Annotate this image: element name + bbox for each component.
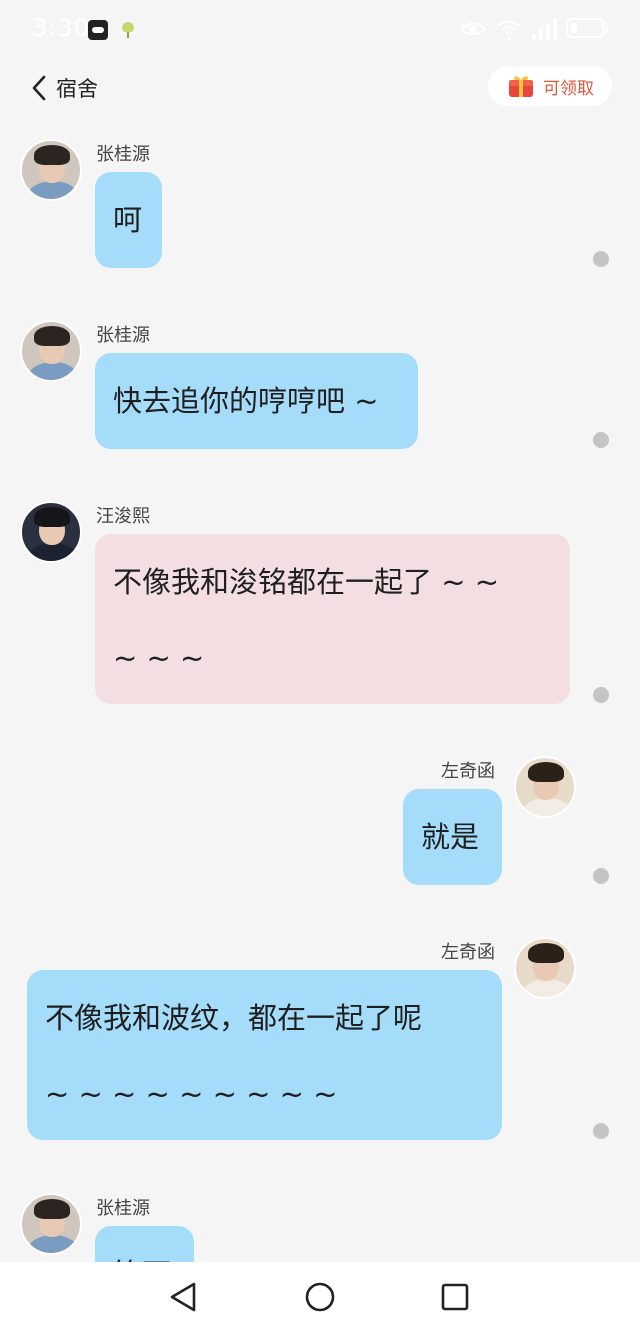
status-bar: 3:30 <box>0 0 640 60</box>
claim-reward-button[interactable]: 可领取 <box>488 66 612 106</box>
back-button[interactable]: 宿舍 <box>30 70 98 106</box>
square-recents-icon[interactable] <box>438 1280 472 1314</box>
message-bubble[interactable]: 快去追你的哼哼吧 ~ <box>95 353 418 449</box>
eye-icon <box>460 22 486 36</box>
notification-app-icon-2 <box>118 20 138 40</box>
message-bubble[interactable]: 不像我和波纹，都在一起了呢 ~ ~ ~ ~ ~ ~ ~ ~ ~ <box>27 970 502 1140</box>
avatar-zhang-guiyuan[interactable] <box>20 320 82 382</box>
wifi-icon <box>497 20 521 40</box>
notification-app-icon <box>88 20 108 40</box>
sender-name: 张桂源 <box>96 1198 150 1219</box>
circle-home-icon[interactable] <box>303 1280 337 1314</box>
chat-screen: 3:30 宿舍 可领取 张桂源 呵 张桂源 快去追你的哼哼吧 ~ 汪浚熙 不像我… <box>0 0 640 1330</box>
avatar-zhang-guiyuan[interactable] <box>20 1193 82 1255</box>
message-text: 就是 <box>421 820 480 854</box>
triangle-back-icon[interactable] <box>166 1280 200 1314</box>
read-status-dot <box>593 1123 609 1139</box>
avatar-zuo-qihan[interactable] <box>514 756 576 818</box>
sender-name: 张桂源 <box>96 325 150 346</box>
avatar-zhang-guiyuan[interactable] <box>20 139 82 201</box>
message-text: 不像我和波纹，都在一起了呢 <box>45 1001 423 1035</box>
gift-box-icon <box>509 76 533 97</box>
message-bubble[interactable]: 呵 <box>95 172 162 268</box>
system-nav-bar <box>0 1262 640 1330</box>
chevron-left-icon <box>32 75 46 101</box>
sender-name: 汪浚熙 <box>96 506 150 527</box>
avatar-wang-junxi[interactable] <box>20 501 82 563</box>
message-text: ~ ~ ~ ~ ~ ~ ~ ~ ~ <box>45 1077 338 1111</box>
message-bubble[interactable]: 不像我和浚铭都在一起了 ~ ~ ~ ~ ~ <box>95 534 570 704</box>
read-status-dot <box>593 687 609 703</box>
sender-name: 左奇函 <box>441 761 495 782</box>
message-text: 快去追你的哼哼吧 ~ <box>113 384 379 418</box>
chat-header: 宿舍 可领取 <box>0 60 640 116</box>
read-status-dot <box>593 251 609 267</box>
chat-title: 宿舍 <box>56 77 98 101</box>
avatar-zuo-qihan[interactable] <box>514 937 576 999</box>
message-text: 不像我和浚铭都在一起了 ~ ~ <box>113 565 500 599</box>
battery-icon <box>566 18 608 38</box>
signal-icon <box>532 18 557 40</box>
status-time: 3:30 <box>32 14 90 42</box>
message-bubble[interactable]: 就是 <box>403 789 502 885</box>
message-text: ~ ~ ~ <box>113 641 205 675</box>
sender-name: 张桂源 <box>96 144 150 165</box>
sender-name: 左奇函 <box>441 942 495 963</box>
claim-reward-label: 可领取 <box>543 78 594 99</box>
read-status-dot <box>593 868 609 884</box>
message-text: 呵 <box>113 203 143 237</box>
read-status-dot <box>593 432 609 448</box>
